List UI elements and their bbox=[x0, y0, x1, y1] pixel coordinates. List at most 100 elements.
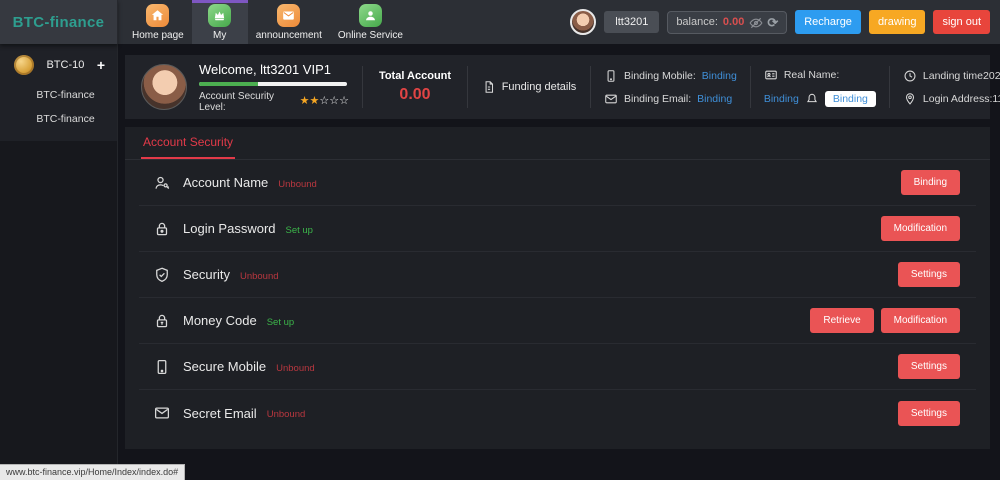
divider bbox=[362, 66, 363, 108]
binding-mobile-row: Binding Mobile: Binding bbox=[604, 69, 737, 83]
security-row-label: Money Code bbox=[183, 313, 257, 328]
landing-time-row: Landing time2021-12-24 17:48:47 bbox=[903, 69, 1000, 83]
sidebar-group-label: BTC-10 bbox=[34, 59, 97, 71]
username-button[interactable]: ltt3201 bbox=[604, 11, 659, 33]
user-avatar[interactable] bbox=[570, 9, 596, 35]
security-tabbar: Account Security bbox=[125, 127, 990, 160]
nav-tab-announcement[interactable]: announcement bbox=[248, 0, 330, 44]
retrieve-button[interactable]: Retrieve bbox=[810, 308, 873, 333]
binding-email-label: Binding Email: bbox=[624, 93, 691, 105]
total-account-label: Total Account bbox=[376, 70, 454, 82]
security-row-account-name: Account Name Unbound Binding bbox=[139, 160, 976, 206]
balance-value: 0.00 bbox=[723, 16, 744, 28]
recharge-button[interactable]: Recharge bbox=[795, 10, 861, 34]
binding-mobile-label: Binding Mobile: bbox=[624, 70, 696, 82]
security-row-buttons: Binding bbox=[901, 170, 960, 195]
security-row-status: Unbound bbox=[267, 409, 306, 420]
refresh-icon[interactable]: ⟳ bbox=[767, 16, 778, 29]
divider bbox=[889, 66, 890, 108]
security-row-label: Security bbox=[183, 267, 230, 282]
nav-tab-home-page[interactable]: Home page bbox=[124, 0, 192, 44]
security-row-money-code: Money Code Set up RetrieveModification bbox=[139, 298, 976, 344]
home-icon bbox=[146, 4, 169, 27]
star-filled-icon: ★ bbox=[300, 95, 310, 107]
session-meta-block: Landing time2021-12-24 17:48:47 Login Ad… bbox=[903, 69, 1000, 106]
shield-icon bbox=[153, 266, 171, 284]
security-row-label: Secret Email bbox=[183, 406, 257, 421]
nav-tab-online-service[interactable]: Online Service bbox=[330, 0, 411, 44]
email-icon bbox=[153, 404, 171, 422]
user-crown-icon bbox=[208, 4, 231, 27]
binding-mobile-link[interactable]: Binding bbox=[702, 70, 737, 82]
app-logo: BTC-finance bbox=[13, 14, 105, 31]
security-level: Account Security Level: ★★☆☆☆ bbox=[199, 91, 349, 113]
sidebar-group-btc10[interactable]: BTC-10 + bbox=[0, 52, 117, 83]
security-row-buttons: Settings bbox=[898, 262, 960, 287]
login-address-row: Login Address:111.18.134.187, bbox=[903, 92, 1000, 106]
security-row-status: Unbound bbox=[278, 179, 317, 190]
balance-label: balance: bbox=[676, 16, 718, 28]
real-name-block: Real Name: Binding Binding bbox=[764, 68, 876, 107]
mobile-icon bbox=[153, 358, 171, 376]
profile-avatar bbox=[141, 64, 187, 110]
eye-slash-icon[interactable] bbox=[749, 16, 762, 29]
security-row-buttons: Modification bbox=[881, 216, 960, 241]
security-row-buttons: Settings bbox=[898, 401, 960, 426]
clock-icon bbox=[903, 69, 917, 83]
settings-button[interactable]: Settings bbox=[898, 354, 960, 379]
online-service-icon bbox=[359, 4, 382, 27]
welcome-text: Welcome, ltt3201 VIP1 bbox=[199, 62, 349, 77]
user-cluster: ltt3201 balance: 0.00 ⟳ Recharge drawing… bbox=[570, 0, 1000, 44]
main-content: Welcome, ltt3201 VIP1 Account Security L… bbox=[118, 44, 1000, 480]
settings-button[interactable]: Settings bbox=[898, 262, 960, 287]
sidebar: BTC-10 + BTC-financeBTC-finance bbox=[0, 44, 118, 480]
funding-details-label: Funding details bbox=[502, 81, 577, 93]
binding-button[interactable]: Binding bbox=[901, 170, 960, 195]
login-address-text: Login Address:111.18.134.187, bbox=[923, 93, 1000, 105]
sidebar-items: BTC-financeBTC-finance bbox=[0, 83, 117, 131]
status-url-tooltip: www.btc-finance.vip/Home/Index/index.do# bbox=[0, 464, 185, 480]
real-name-binding-link[interactable]: Binding bbox=[764, 93, 799, 105]
real-name-label: Real Name: bbox=[784, 69, 839, 81]
drawing-button[interactable]: drawing bbox=[869, 10, 926, 34]
sidebar-menu: BTC-10 + BTC-financeBTC-finance bbox=[0, 44, 117, 141]
security-row-status: Unbound bbox=[276, 363, 315, 374]
security-rows: Account Name Unbound Binding Login Passw… bbox=[125, 160, 990, 436]
plus-icon[interactable]: + bbox=[97, 57, 105, 73]
announcement-icon bbox=[277, 4, 300, 27]
lock-icon bbox=[153, 220, 171, 238]
funding-details-link[interactable]: Funding details bbox=[481, 80, 577, 94]
security-row-status: Unbound bbox=[240, 271, 279, 282]
star-empty-icon: ☆ bbox=[329, 95, 339, 107]
envelope-icon bbox=[604, 92, 618, 106]
security-row-secure-mobile: Secure Mobile Unbound Settings bbox=[139, 344, 976, 390]
star-empty-icon: ☆ bbox=[339, 95, 349, 107]
total-account-block: Total Account 0.00 bbox=[376, 70, 454, 104]
user-key-icon bbox=[153, 174, 171, 192]
settings-button[interactable]: Settings bbox=[898, 401, 960, 426]
logo-box: BTC-finance bbox=[0, 0, 118, 44]
real-name-binding-chip[interactable]: Binding bbox=[825, 91, 876, 107]
divider bbox=[590, 66, 591, 108]
location-pin-icon bbox=[903, 92, 917, 106]
welcome-block: Welcome, ltt3201 VIP1 Account Security L… bbox=[199, 62, 349, 113]
mobile-icon bbox=[604, 69, 618, 83]
id-card-icon bbox=[764, 68, 778, 82]
sidebar-item[interactable]: BTC-finance bbox=[0, 107, 117, 131]
modification-button[interactable]: Modification bbox=[881, 308, 960, 333]
binding-email-link[interactable]: Binding bbox=[697, 93, 732, 105]
security-progress-bar bbox=[199, 82, 347, 86]
modification-button[interactable]: Modification bbox=[881, 216, 960, 241]
total-account-value: 0.00 bbox=[376, 86, 454, 104]
money-lock-icon bbox=[153, 312, 171, 330]
star-filled-icon: ★ bbox=[310, 95, 320, 107]
coin-icon bbox=[14, 55, 34, 75]
nav-tab-my[interactable]: My bbox=[192, 0, 248, 44]
sidebar-item[interactable]: BTC-finance bbox=[0, 83, 117, 107]
security-row-label: Login Password bbox=[183, 221, 276, 236]
top-header: BTC-finance Home page My announcement On… bbox=[0, 0, 1000, 44]
tab-account-security[interactable]: Account Security bbox=[141, 127, 235, 159]
signout-button[interactable]: sign out bbox=[933, 10, 990, 34]
bell-icon bbox=[805, 92, 819, 106]
security-row-label: Account Name bbox=[183, 175, 268, 190]
